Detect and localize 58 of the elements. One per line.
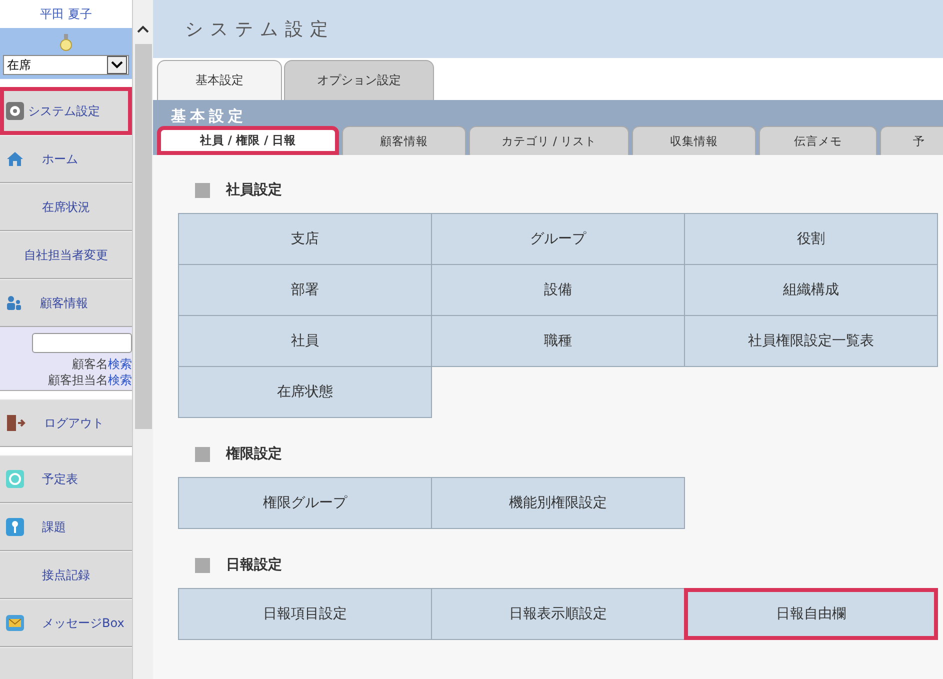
- page-title: システム設定: [185, 18, 335, 41]
- section-heading: 権限設定: [226, 445, 282, 463]
- settings-button[interactable]: 日報項目設定: [178, 588, 432, 640]
- tab[interactable]: 伝言メモ: [759, 126, 877, 155]
- caret-icon[interactable]: [107, 56, 127, 74]
- settings-button[interactable]: 機能別権限設定: [431, 477, 685, 529]
- status-select[interactable]: 在席: [3, 55, 129, 75]
- lightbulb-icon: [60, 34, 72, 52]
- square-icon: [195, 558, 210, 572]
- settings-button[interactable]: 社員権限設定一覧表: [684, 315, 938, 367]
- nav-item[interactable]: メッセージBox: [0, 599, 132, 647]
- nav-item[interactable]: 自社担当者変更: [0, 231, 132, 279]
- nav-item[interactable]: 顧客情報: [0, 279, 132, 327]
- mail-icon: [6, 615, 24, 631]
- settings-button[interactable]: 日報表示順設定: [431, 588, 685, 640]
- tab[interactable]: 予: [880, 126, 943, 155]
- settings-button[interactable]: 日報自由欄: [684, 588, 938, 640]
- square-icon: [195, 446, 210, 462]
- search-link[interactable]: 検索: [108, 373, 132, 387]
- nav-item[interactable]: 接点記録: [0, 551, 132, 599]
- door-icon: [6, 415, 26, 431]
- tab[interactable]: 基本設定: [157, 60, 282, 100]
- settings-button[interactable]: グループ: [431, 213, 685, 265]
- nav-item[interactable]: ログアウト: [0, 399, 132, 447]
- settings-button[interactable]: 支店: [178, 213, 432, 265]
- settings-button[interactable]: 設備: [431, 264, 685, 316]
- settings-button[interactable]: 在席状態: [178, 366, 432, 418]
- section-title: 基本設定: [170, 108, 248, 125]
- gear-icon: [6, 102, 24, 120]
- section-heading: 社員設定: [226, 181, 282, 199]
- settings-button[interactable]: 部署: [178, 264, 432, 316]
- nav-item[interactable]: 予定表: [0, 455, 132, 503]
- key-icon: [6, 518, 24, 536]
- tab[interactable]: 社員 / 権限 / 日報: [157, 126, 339, 155]
- section-heading: 日報設定: [226, 556, 282, 574]
- settings-button[interactable]: 役割: [684, 213, 938, 265]
- nav-item[interactable]: システム設定: [0, 87, 132, 135]
- square-icon: [195, 182, 210, 198]
- home-icon: [6, 151, 24, 167]
- settings-button[interactable]: 職種: [431, 315, 685, 367]
- user-name: 平田 夏子: [39, 6, 93, 23]
- tab[interactable]: 顧客情報: [342, 126, 466, 155]
- settings-button[interactable]: 社員: [178, 315, 432, 367]
- search-label: 顧客名: [72, 357, 108, 371]
- search-link[interactable]: 検索: [108, 357, 132, 371]
- tab[interactable]: 収集情報: [632, 126, 756, 155]
- search-field[interactable]: [32, 333, 132, 353]
- tab[interactable]: オプション設定: [284, 60, 434, 100]
- nav-item[interactable]: ホーム: [0, 135, 132, 183]
- settings-button[interactable]: 組織構成: [684, 264, 938, 316]
- scrollbar-thumb[interactable]: [134, 44, 152, 429]
- settings-button[interactable]: 権限グループ: [178, 477, 432, 529]
- tab[interactable]: カテゴリ / リスト: [469, 126, 629, 155]
- search-label: 顧客担当名: [48, 373, 108, 387]
- nav-item[interactable]: 課題: [0, 503, 132, 551]
- nav-item[interactable]: 在席状況: [0, 183, 132, 231]
- clock-icon: [6, 470, 24, 488]
- people-icon: [6, 296, 22, 310]
